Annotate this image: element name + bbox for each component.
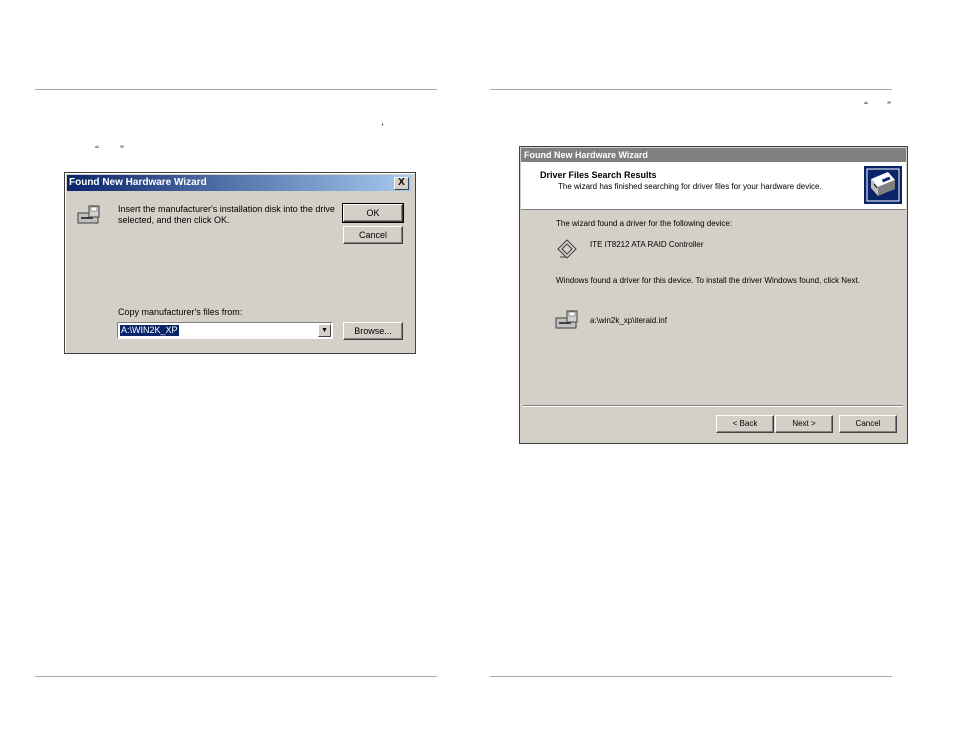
ok-button[interactable]: OK <box>342 203 404 223</box>
insert-disk-dialog: Found New Hardware Wizard X Insert the m… <box>64 172 416 354</box>
device-icon <box>557 239 577 259</box>
top-rule-right <box>490 89 892 90</box>
close-quote-right: ” <box>887 100 891 110</box>
wizard-header: Driver Files Search Results The wizard h… <box>521 162 906 210</box>
copy-from-label: Copy manufacturer's files from: <box>118 307 243 317</box>
top-rule-left <box>35 89 437 90</box>
disk-drive-icon <box>77 205 100 224</box>
copy-from-value: A:\WIN2K_XP <box>120 325 179 336</box>
close-quote-left: ” <box>120 144 124 154</box>
insert-disk-message: Insert the manufacturer's installation d… <box>118 204 335 225</box>
browse-button[interactable]: Browse... <box>343 322 403 340</box>
copy-from-combobox[interactable]: A:\WIN2K_XP ▼ <box>117 322 333 339</box>
found-driver-text: The wizard found a driver for the follow… <box>556 219 733 228</box>
next-button[interactable]: Next > <box>775 415 833 433</box>
cancel-button[interactable]: Cancel <box>343 226 403 244</box>
open-quote-left: “ <box>95 144 99 154</box>
header-title: Driver Files Search Results <box>540 170 657 180</box>
search-results-dialog: Found New Hardware Wizard Driver Files S… <box>519 146 908 444</box>
hardware-wizard-icon <box>864 166 902 204</box>
bottom-rule-right <box>490 676 892 677</box>
apostrophe-mark: ’ <box>381 122 384 132</box>
back-button[interactable]: < Back <box>716 415 774 433</box>
bottom-rule-left <box>35 676 437 677</box>
driver-path: a:\win2k_xp\iteraid.inf <box>590 316 667 325</box>
close-button[interactable]: X <box>394 177 409 190</box>
cancel-button[interactable]: Cancel <box>839 415 897 433</box>
dialog-title-bar: Found New Hardware Wizard <box>521 148 906 162</box>
install-instructions: Windows found a driver for this device. … <box>556 276 860 285</box>
dialog-title: Found New Hardware Wizard <box>69 177 207 188</box>
button-separator <box>523 405 903 407</box>
dropdown-arrow-icon[interactable]: ▼ <box>318 324 331 337</box>
header-subtitle: The wizard has finished searching for dr… <box>558 182 822 191</box>
driver-file-icon <box>555 310 578 329</box>
device-name: ITE IT8212 ATA RAID Controller <box>590 240 704 249</box>
dialog-title: Found New Hardware Wizard <box>524 150 648 160</box>
dialog-title-bar: Found New Hardware Wizard X <box>67 175 411 191</box>
open-quote-right: “ <box>864 100 868 110</box>
